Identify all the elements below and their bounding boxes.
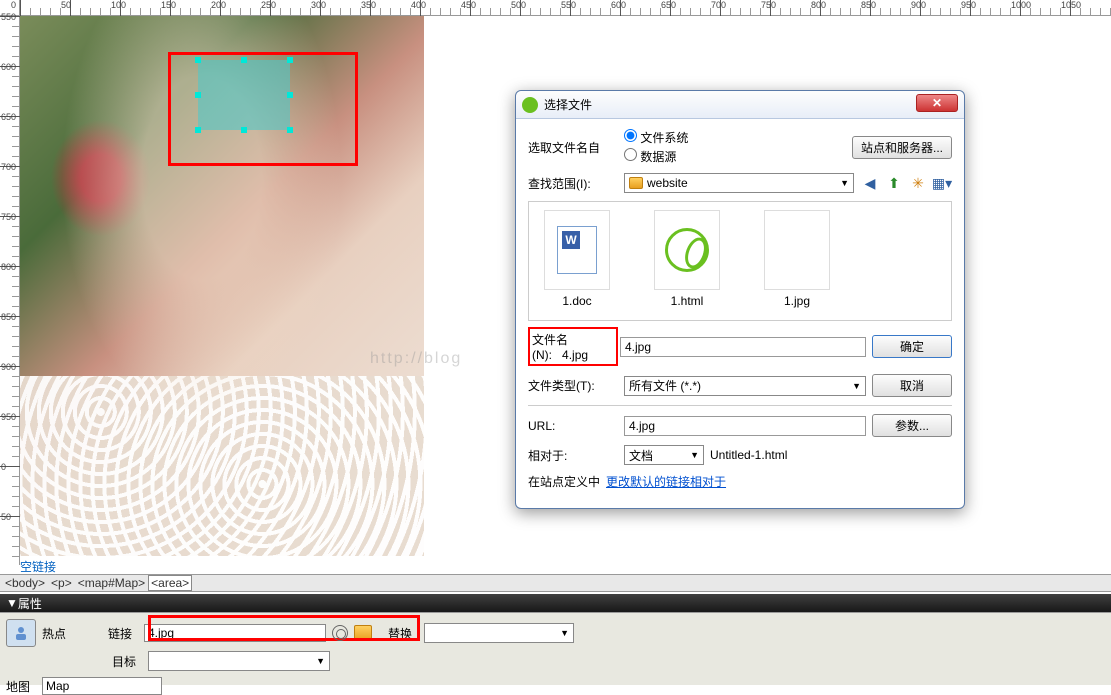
source-label: 选取文件名自 bbox=[528, 139, 618, 156]
dialog-title-text: 选择文件 bbox=[544, 96, 592, 113]
photo-lace-area bbox=[20, 376, 424, 556]
hotspot-selection[interactable] bbox=[198, 60, 290, 130]
up-folder-icon[interactable]: ⬆ bbox=[884, 173, 904, 193]
tag-area[interactable]: <area> bbox=[148, 575, 192, 591]
dialog-close-button[interactable]: ✕ bbox=[916, 94, 958, 112]
resize-handle[interactable] bbox=[287, 57, 293, 63]
lookin-label: 查找范围(I): bbox=[528, 175, 618, 192]
ruler-vertical: 550600650700750800850900950050 bbox=[0, 16, 20, 565]
parameters-button[interactable]: 参数... bbox=[872, 414, 952, 437]
file-list[interactable]: 1.doc 1.html 1.jpg bbox=[528, 201, 952, 321]
dialog-titlebar[interactable]: 选择文件 ✕ bbox=[516, 91, 964, 119]
relative-label: 相对于: bbox=[528, 447, 618, 464]
map-label: 地图 bbox=[6, 678, 36, 695]
dialog-app-icon bbox=[522, 97, 538, 113]
relative-file-text: Untitled-1.html bbox=[710, 448, 787, 462]
filename-label: 文件名(N): 4.jpg bbox=[528, 327, 618, 366]
resize-handle[interactable] bbox=[287, 127, 293, 133]
alt-dropdown[interactable]: ▼ bbox=[424, 623, 574, 643]
file-name: 1.doc bbox=[562, 294, 591, 308]
ok-button[interactable]: 确定 bbox=[872, 335, 952, 358]
ruler-horizontal: 0501001502002503003504004505005506006507… bbox=[20, 0, 1111, 16]
resize-handle[interactable] bbox=[241, 127, 247, 133]
view-menu-icon[interactable]: ▦▾ bbox=[932, 173, 952, 193]
back-icon[interactable]: ◀ bbox=[860, 173, 880, 193]
tag-map[interactable]: <map#Map> bbox=[75, 575, 148, 591]
new-folder-icon[interactable]: ✳ bbox=[908, 173, 928, 193]
annotation-rect-properties bbox=[148, 615, 420, 641]
properties-panel: 热点 链接 替换 ▼ 目标 ▼ 地图 bbox=[0, 612, 1111, 685]
hotspot-label: 热点 bbox=[42, 625, 102, 642]
html-icon bbox=[665, 228, 709, 272]
map-name-input[interactable] bbox=[42, 677, 162, 695]
lookin-dropdown[interactable]: website ▼ bbox=[624, 173, 854, 193]
filename-input[interactable] bbox=[620, 337, 866, 357]
file-item-html[interactable]: 1.html bbox=[647, 210, 727, 312]
filetype-dropdown[interactable]: 所有文件 (*.*)▼ bbox=[624, 376, 866, 396]
resize-handle[interactable] bbox=[195, 57, 201, 63]
target-dropdown[interactable]: ▼ bbox=[148, 651, 330, 671]
person-icon bbox=[11, 625, 31, 641]
filetype-label: 文件类型(T): bbox=[528, 377, 618, 394]
target-label: 目标 bbox=[112, 653, 142, 670]
change-default-link[interactable]: 更改默认的链接相对于 bbox=[606, 473, 726, 490]
tag-body[interactable]: <body> bbox=[2, 575, 48, 591]
radio-datasource[interactable]: 数据源 bbox=[624, 148, 846, 165]
url-label: URL: bbox=[528, 419, 618, 433]
cancel-button[interactable]: 取消 bbox=[872, 374, 952, 397]
link-label: 链接 bbox=[108, 625, 138, 642]
relative-dropdown[interactable]: 文档▼ bbox=[624, 445, 704, 465]
sites-servers-button[interactable]: 站点和服务器... bbox=[852, 136, 952, 159]
file-name: 1.html bbox=[671, 294, 704, 308]
file-name: 1.jpg bbox=[784, 294, 810, 308]
radio-filesystem[interactable]: 文件系统 bbox=[624, 129, 846, 146]
site-note-prefix: 在站点定义中 bbox=[528, 473, 600, 490]
properties-panel-header[interactable]: ▼ 属性 bbox=[0, 594, 1111, 612]
point-to-file-icon[interactable] bbox=[332, 625, 348, 641]
file-item-jpg[interactable]: 1.jpg bbox=[757, 210, 837, 312]
tag-p[interactable]: <p> bbox=[48, 575, 75, 591]
url-input[interactable] bbox=[624, 416, 866, 436]
select-file-dialog: 选择文件 ✕ 选取文件名自 文件系统 数据源 站点和服务器... 查找范围(I)… bbox=[515, 90, 965, 509]
resize-handle[interactable] bbox=[241, 57, 247, 63]
tag-selector-path[interactable]: <body> <p> <map#Map> <area> bbox=[0, 574, 1111, 592]
folder-icon bbox=[629, 177, 643, 189]
hotspot-type-icon[interactable] bbox=[6, 619, 36, 647]
resize-handle[interactable] bbox=[287, 92, 293, 98]
file-item-doc[interactable]: 1.doc bbox=[537, 210, 617, 312]
resize-handle[interactable] bbox=[195, 92, 201, 98]
jpg-thumbnail bbox=[764, 210, 830, 290]
resize-handle[interactable] bbox=[195, 127, 201, 133]
word-doc-icon bbox=[557, 226, 597, 274]
empty-link-text: 空链接 bbox=[20, 558, 56, 575]
